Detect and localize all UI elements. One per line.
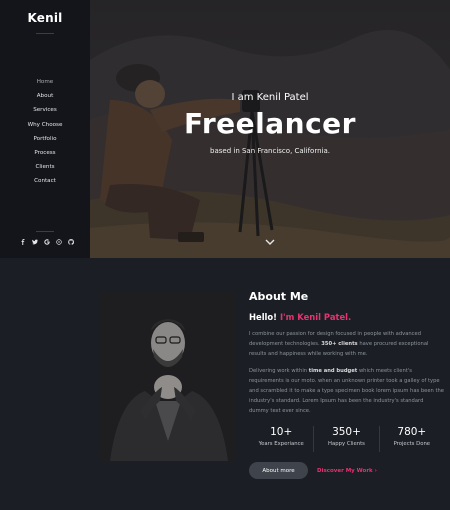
nav-item-clients[interactable]: Clients xyxy=(35,160,54,174)
google-icon[interactable] xyxy=(43,238,51,246)
dribbble-icon[interactable] xyxy=(55,238,63,246)
about-content: About Me Hello! I'm Kenil Patel. I combi… xyxy=(249,290,444,480)
about-p1-highlight: 350+ clients xyxy=(321,340,358,347)
about-p2-highlight: time and budget xyxy=(308,368,358,375)
sidebar: Kenil Home About Services Why Choose Por… xyxy=(0,0,90,258)
hero-location: based in San Francisco, California. xyxy=(210,147,330,155)
hero-section: I am Kenil Patel Freelancer based in San… xyxy=(90,0,450,258)
about-title: About Me xyxy=(249,290,309,303)
main-nav: Home About Services Why Choose Portfolio… xyxy=(28,75,63,189)
discover-work-link[interactable]: Discover My Work › xyxy=(317,468,377,474)
stat-experience: 10+ Years Experiance xyxy=(249,426,315,453)
stat-label: Projects Done xyxy=(393,441,431,448)
hero-intro: I am Kenil Patel xyxy=(231,92,309,103)
social-divider xyxy=(36,231,54,232)
nav-item-portfolio[interactable]: Portfolio xyxy=(33,132,56,146)
about-p2-text-end: which meets client's requirements is our… xyxy=(249,368,444,414)
about-p2-text: Delivering work within xyxy=(249,368,308,375)
chevron-down-icon[interactable] xyxy=(264,237,276,247)
about-paragraph-1: I combine our passion for design focused… xyxy=(249,330,444,359)
stats-row: 10+ Years Experiance 350+ Happy Clients … xyxy=(249,426,444,453)
nav-item-why-choose[interactable]: Why Choose xyxy=(28,118,63,132)
hello-text: Hello! xyxy=(249,312,278,322)
about-actions: About more Discover My Work › xyxy=(249,462,444,480)
nav-item-contact[interactable]: Contact xyxy=(34,174,56,188)
twitter-icon[interactable] xyxy=(31,238,39,246)
about-paragraph-2: Delivering work within time and budget w… xyxy=(249,367,444,416)
nav-item-home[interactable]: Home xyxy=(37,75,54,89)
nav-item-process[interactable]: Process xyxy=(34,146,55,160)
discover-work-label: Discover My Work xyxy=(317,467,373,474)
brand-logo[interactable]: Kenil xyxy=(28,11,63,25)
about-hello: Hello! I'm Kenil Patel. xyxy=(249,312,444,322)
hello-name: I'm Kenil Patel. xyxy=(279,312,352,322)
stat-projects: 780+ Projects Done xyxy=(380,426,444,452)
nav-item-services[interactable]: Services xyxy=(33,103,57,117)
github-icon[interactable] xyxy=(67,238,75,246)
about-more-button[interactable]: About more xyxy=(249,462,308,480)
nav-item-about[interactable]: About xyxy=(37,89,54,103)
stat-clients: 350+ Happy Clients xyxy=(314,426,380,453)
facebook-icon[interactable] xyxy=(19,238,27,246)
brand-divider xyxy=(36,33,54,34)
stat-value: 350+ xyxy=(332,426,361,439)
hero-text: I am Kenil Patel Freelancer based in San… xyxy=(179,92,361,155)
hero-title: Freelancer xyxy=(184,107,356,140)
stat-value: 10+ xyxy=(270,426,293,439)
profile-photo xyxy=(100,291,236,461)
stat-value: 780+ xyxy=(397,426,427,439)
chevron-right-icon: › xyxy=(374,467,377,474)
stat-label: Happy Clients xyxy=(328,441,365,448)
social-links xyxy=(19,238,75,246)
stat-label: Years Experiance xyxy=(258,441,304,448)
about-section: About Me Hello! I'm Kenil Patel. I combi… xyxy=(0,258,450,510)
